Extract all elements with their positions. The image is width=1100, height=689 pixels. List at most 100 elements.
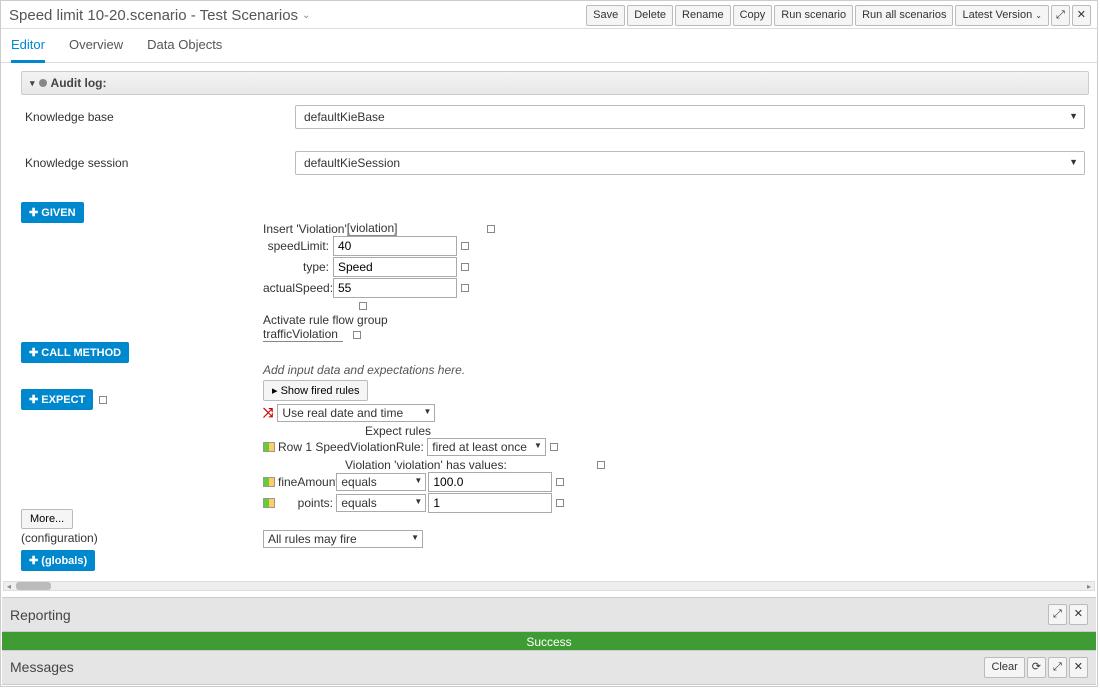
messages-panel: Messages Clear ⟳ ⤢ ✕ (2, 650, 1096, 685)
actualspeed-label: actualSpeed: (263, 281, 333, 295)
expect-note: Add input data and expectations here. (263, 363, 605, 377)
points-op: equals (341, 496, 376, 510)
messages-title: Messages (10, 659, 74, 675)
title-text: Speed limit 10-20.scenario - Test Scenar… (9, 7, 298, 24)
expect-rules-header: Expect rules (263, 424, 533, 438)
fineamount-label: fineAmount: (278, 475, 333, 489)
call-method-button[interactable]: ✚ CALL METHOD (21, 342, 129, 363)
remove-icon[interactable] (550, 443, 558, 451)
expect-label: EXPECT (41, 394, 85, 406)
speedlimit-input[interactable] (333, 236, 457, 256)
ksession-value: defaultKieSession (304, 156, 400, 170)
remove-icon[interactable] (461, 263, 469, 271)
reporting-title: Reporting (10, 607, 71, 623)
kbase-value: defaultKieBase (304, 110, 385, 124)
tab-data-objects[interactable]: Data Objects (147, 37, 222, 62)
remove-icon[interactable] (556, 499, 564, 507)
date-icon: ⤨ (263, 405, 273, 421)
kbase-select[interactable]: defaultKieBase (295, 105, 1085, 129)
rules-fire-select[interactable]: All rules may fire (263, 530, 423, 548)
date-mode-select[interactable]: Use real date and time (277, 404, 435, 422)
version-dropdown[interactable]: Latest Version ⌄ (955, 5, 1048, 26)
show-fired-rules-button[interactable]: ▸ Show fired rules (263, 380, 368, 401)
kbase-row: Knowledge base defaultKieBase (1, 99, 1097, 135)
ksession-label: Knowledge session (25, 156, 295, 170)
close-icon[interactable]: ✕ (1069, 604, 1088, 625)
points-value-input[interactable] (428, 493, 552, 513)
expand-icon[interactable]: ⤢ (1051, 5, 1070, 26)
actualspeed-input[interactable] (333, 278, 457, 298)
remove-icon[interactable] (556, 478, 564, 486)
row1-label: Row 1 (278, 440, 312, 454)
remove-icon[interactable] (99, 396, 107, 404)
ruleflow-value: trafficViolation (263, 327, 343, 342)
insert-bracket: [violation] (347, 221, 398, 236)
reporting-header: Reporting ⤢ ✕ (2, 597, 1096, 632)
globals-button[interactable]: ✚ (globals) (21, 550, 95, 571)
clear-button[interactable]: Clear (984, 657, 1024, 678)
page-title[interactable]: Speed limit 10-20.scenario - Test Scenar… (9, 7, 310, 24)
run-all-scenarios-button[interactable]: Run all scenarios (855, 5, 953, 26)
points-label: points: (278, 496, 333, 510)
row-icon (263, 477, 275, 487)
tab-bar: Editor Overview Data Objects (1, 29, 1097, 63)
globals-label: (globals) (41, 555, 87, 567)
remove-icon[interactable] (597, 461, 605, 469)
copy-button[interactable]: Copy (733, 5, 773, 26)
audit-log-bar[interactable]: ▾ Audit log: (21, 71, 1089, 95)
row-icon (263, 498, 275, 508)
delete-button[interactable]: Delete (627, 5, 673, 26)
remove-icon[interactable] (461, 242, 469, 250)
rename-button[interactable]: Rename (675, 5, 731, 26)
violation-header: Violation 'violation' has values: (345, 458, 507, 472)
ksession-row: Knowledge session defaultKieSession (1, 145, 1097, 181)
record-dot-icon (39, 79, 47, 87)
refresh-icon[interactable]: ⟳ (1027, 657, 1046, 678)
call-method-label: CALL METHOD (41, 347, 121, 359)
expect-button[interactable]: ✚ EXPECT (21, 389, 93, 410)
rules-fire-value: All rules may fire (268, 532, 357, 546)
expand-icon[interactable]: ⤢ (1048, 657, 1067, 678)
fineamount-value-input[interactable] (428, 472, 552, 492)
save-button[interactable]: Save (586, 5, 625, 26)
scroll-thumb[interactable] (16, 582, 51, 590)
chevron-down-icon[interactable]: ⌄ (302, 10, 310, 21)
type-input[interactable] (333, 257, 457, 277)
more-button[interactable]: More... (21, 509, 73, 529)
remove-icon[interactable] (487, 225, 495, 233)
version-label: Latest Version (962, 9, 1032, 21)
insert-label: Insert 'Violation' (263, 222, 347, 236)
audit-label: Audit log: (51, 76, 107, 90)
messages-header: Messages Clear ⟳ ⤢ ✕ (2, 650, 1096, 685)
run-scenario-button[interactable]: Run scenario (774, 5, 853, 26)
given-label: GIVEN (41, 207, 75, 219)
kbase-label: Knowledge base (25, 110, 295, 124)
remove-icon[interactable] (353, 331, 361, 339)
row-icon (263, 442, 275, 452)
activate-label: Activate rule flow group (263, 313, 495, 327)
ksession-select[interactable]: defaultKieSession (295, 151, 1085, 175)
points-op-select[interactable]: equals (336, 494, 426, 512)
type-label: type: (263, 260, 333, 274)
fineamount-op-select[interactable]: equals (336, 473, 426, 491)
caret-down-icon: ▾ (30, 78, 35, 89)
add-field-icon[interactable] (359, 302, 367, 310)
date-mode-value: Use real date and time (282, 406, 403, 420)
show-fired-label: Show fired rules (281, 385, 360, 397)
expand-icon[interactable]: ⤢ (1048, 604, 1067, 625)
scroll-left-icon[interactable]: ◂ (4, 582, 14, 590)
header-actions: Save Delete Rename Copy Run scenario Run… (586, 5, 1091, 26)
fired-condition-select[interactable]: fired at least once (427, 438, 546, 456)
given-button[interactable]: ✚ GIVEN (21, 202, 84, 223)
tab-editor[interactable]: Editor (11, 37, 45, 63)
speedlimit-label: speedLimit: (263, 239, 333, 253)
fineamount-op: equals (341, 475, 376, 489)
close-icon[interactable]: ✕ (1072, 5, 1091, 26)
tab-overview[interactable]: Overview (69, 37, 123, 62)
header-bar: Speed limit 10-20.scenario - Test Scenar… (1, 1, 1097, 29)
scroll-right-icon[interactable]: ▸ (1084, 582, 1094, 590)
remove-icon[interactable] (461, 284, 469, 292)
close-icon[interactable]: ✕ (1069, 657, 1088, 678)
horizontal-scrollbar[interactable]: ◂ ▸ (3, 581, 1095, 591)
row1-rule: SpeedViolationRule: (315, 440, 424, 454)
